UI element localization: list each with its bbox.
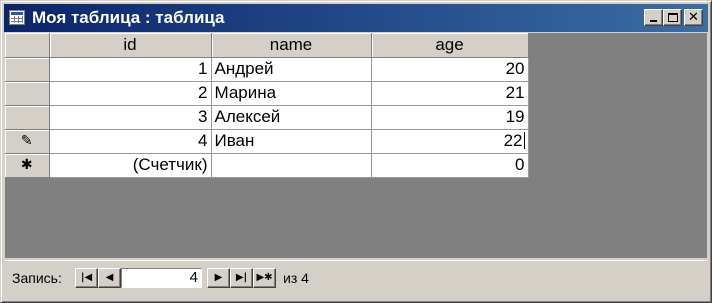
- cell-id[interactable]: 1: [49, 57, 212, 82]
- close-button[interactable]: ✕: [684, 9, 703, 26]
- first-record-button[interactable]: |◀: [75, 268, 98, 288]
- new-record-nav-icon: ▶✱: [256, 272, 273, 283]
- table-row: 2 Марина 21: [5, 81, 529, 106]
- column-header-age[interactable]: age: [371, 33, 529, 58]
- column-header-name[interactable]: name: [211, 33, 372, 58]
- previous-record-button[interactable]: ◀: [98, 268, 121, 288]
- cell-name-new[interactable]: [211, 153, 372, 178]
- minimize-icon: [650, 20, 657, 22]
- cell-name[interactable]: Алексей: [211, 105, 372, 130]
- text-caret: [523, 132, 525, 149]
- datasheet-area: id name age 1 Андрей 20 2 Марина 21 3 Ал…: [5, 33, 707, 258]
- table-window: Моя таблица : таблица ✕ id name age 1 Ан…: [0, 0, 712, 303]
- table-row: 3 Алексей 19: [5, 105, 529, 130]
- cell-id-new[interactable]: (Счетчик): [49, 153, 212, 178]
- cell-id[interactable]: 4: [49, 129, 212, 154]
- record-label: Запись:: [12, 270, 62, 286]
- pencil-edit-icon[interactable]: ✎: [5, 129, 50, 154]
- cell-name[interactable]: Андрей: [211, 57, 372, 82]
- last-record-icon: ▶|: [235, 272, 248, 283]
- new-record-row: ✱ (Счетчик) 0: [5, 153, 529, 178]
- cell-age-new[interactable]: 0: [371, 153, 529, 178]
- cell-id[interactable]: 2: [49, 81, 212, 106]
- previous-record-icon: ◀: [105, 272, 114, 283]
- row-selector[interactable]: [5, 57, 50, 82]
- cell-age-value: 22: [503, 131, 523, 150]
- row-selector[interactable]: [5, 81, 50, 106]
- select-all-corner[interactable]: [5, 33, 50, 58]
- cell-age[interactable]: 21: [371, 81, 529, 106]
- header-row: id name age: [5, 33, 529, 58]
- row-selector[interactable]: [5, 105, 50, 130]
- minimize-button[interactable]: [644, 9, 663, 26]
- table-row: 1 Андрей 20: [5, 57, 529, 82]
- datasheet-grid: id name age 1 Андрей 20 2 Марина 21 3 Ал…: [5, 33, 529, 178]
- record-navigation-bar: Запись: |◀ ◀ 4 ▶ ▶| ▶✱ из 4: [5, 260, 707, 297]
- last-record-button[interactable]: ▶|: [230, 268, 253, 288]
- new-record-icon[interactable]: ✱: [5, 153, 50, 178]
- cell-name[interactable]: Марина: [211, 81, 372, 106]
- record-count: из 4: [283, 270, 309, 286]
- next-record-icon: ▶: [214, 272, 223, 283]
- window-title: Моя таблица : таблица: [32, 8, 225, 27]
- cell-name[interactable]: Иван: [211, 129, 372, 154]
- cell-id[interactable]: 3: [49, 105, 212, 130]
- cell-age[interactable]: 20: [371, 57, 529, 82]
- next-record-button[interactable]: ▶: [207, 268, 230, 288]
- cell-age-editing[interactable]: 22: [371, 129, 529, 154]
- close-icon: ✕: [688, 10, 699, 25]
- title-bar[interactable]: Моя таблица : таблица ✕: [4, 4, 708, 32]
- record-number-field[interactable]: 4: [121, 268, 202, 288]
- maximize-button[interactable]: [663, 9, 682, 26]
- new-record-button[interactable]: ▶✱: [253, 268, 276, 288]
- first-record-icon: |◀: [80, 272, 93, 283]
- column-header-id[interactable]: id: [49, 33, 212, 58]
- cell-age[interactable]: 19: [371, 105, 529, 130]
- table-row-editing: ✎ 4 Иван 22: [5, 129, 529, 154]
- table-icon: [9, 10, 25, 25]
- maximize-icon: [668, 13, 678, 22]
